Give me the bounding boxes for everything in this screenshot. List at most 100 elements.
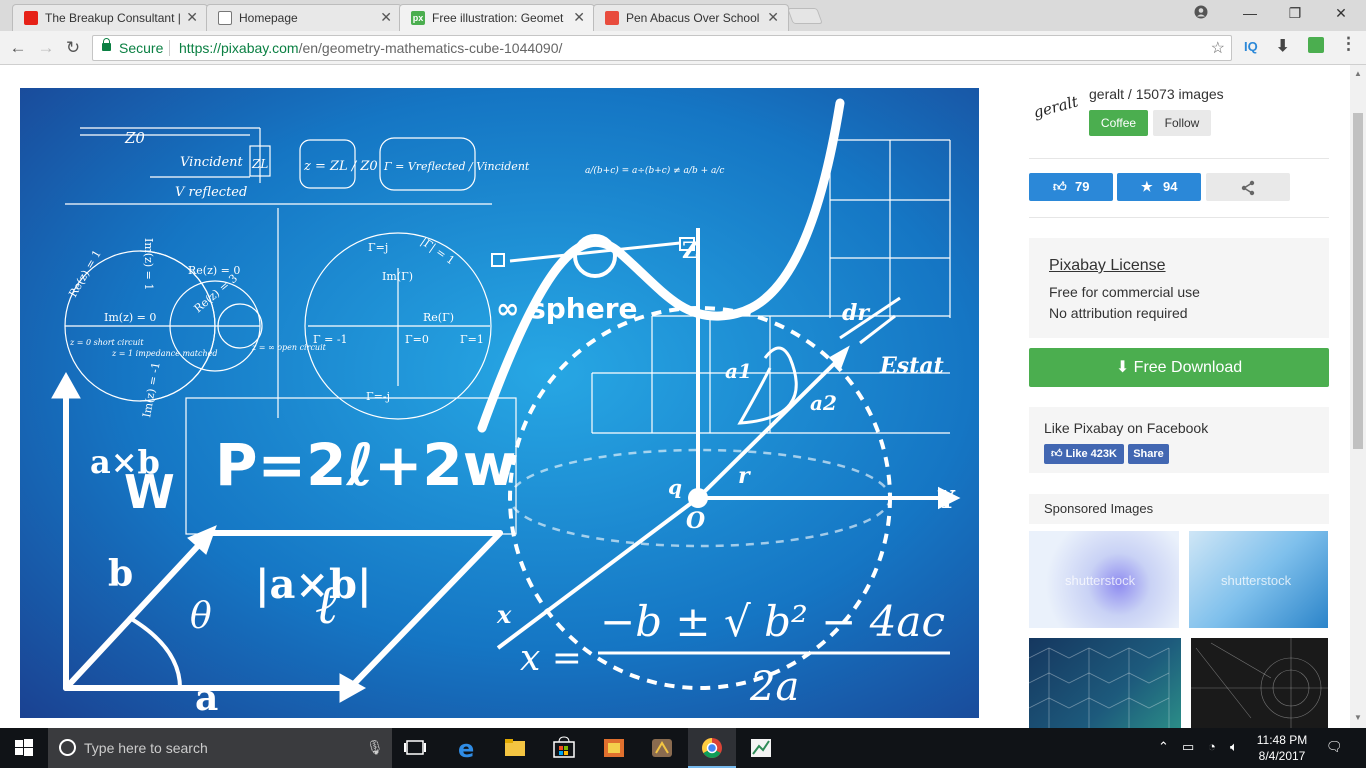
z0-label: Z0 <box>124 129 145 147</box>
new-tab-button[interactable] <box>787 8 823 24</box>
minimize-icon[interactable]: — <box>1238 5 1262 21</box>
tab-homepage[interactable]: Homepage ✕ <box>206 4 402 31</box>
edge-icon[interactable]: e <box>443 728 491 768</box>
a1-label: a1 <box>725 359 752 383</box>
store-icon[interactable] <box>540 728 588 768</box>
quadratic-numerator: −b ± √ b² − 4ac <box>600 597 945 646</box>
window-close-icon[interactable]: ✕ <box>1329 5 1353 22</box>
smith-matched-label: z = 1 impedance matched <box>111 349 218 358</box>
app-icon[interactable] <box>638 728 686 768</box>
facebook-like-button[interactable]: 👍︎ Like 423K <box>1044 444 1124 464</box>
youtube-icon <box>24 11 38 25</box>
w-label: W <box>124 465 175 519</box>
task-view-icon[interactable] <box>392 728 440 768</box>
facebook-share-button[interactable]: Share <box>1128 444 1169 464</box>
share-icon <box>1240 173 1256 201</box>
forward-icon[interactable]: → <box>36 38 56 58</box>
iq-extension-icon[interactable]: IQ <box>1244 39 1258 54</box>
close-icon[interactable]: ✕ <box>767 9 779 26</box>
sponsored-image[interactable]: shutterstock <box>1189 531 1328 628</box>
sponsored-image[interactable] <box>1191 638 1328 728</box>
microphone-icon[interactable]: 🎙︎ <box>366 739 384 756</box>
scroll-up-icon[interactable]: ▲ <box>1354 69 1362 78</box>
file-explorer-icon[interactable] <box>491 728 539 768</box>
smith-im0-label: Im(z) = 0 <box>104 311 156 324</box>
scrollbar[interactable]: ▲ ▼ <box>1350 65 1366 728</box>
back-icon[interactable]: ← <box>8 38 28 58</box>
thumbs-up-icon: 👍︎ <box>1053 179 1067 194</box>
smith-im1-label: Im(z) = 1 <box>142 238 155 290</box>
bookmark-star-icon[interactable]: ☆ <box>1211 38 1225 58</box>
clock-time: 11:48 PM <box>1256 733 1308 747</box>
tab-breakup-consultant[interactable]: The Breakup Consultant | ✕ <box>12 4 208 31</box>
favorite-count: 94 <box>1163 179 1178 194</box>
gamma-j-label: Γ=j <box>368 241 388 254</box>
download-arrow-icon[interactable]: ⬇ <box>1276 36 1289 56</box>
coffee-button[interactable]: Coffee <box>1089 110 1148 136</box>
close-icon[interactable]: ✕ <box>573 9 585 26</box>
taskbar-search[interactable]: Type here to search 🎙︎ <box>48 728 392 768</box>
app-icon[interactable] <box>590 728 638 768</box>
wifi-icon[interactable]: ◔ <box>1208 739 1216 754</box>
download-icon: ⬇︎ <box>1115 359 1130 376</box>
gamma-equation: Γ = Vreflected / Vincident <box>383 160 530 173</box>
volume-icon[interactable]: 🔈︎ <box>1230 739 1238 755</box>
license-link[interactable]: Pixabay License <box>1049 257 1166 275</box>
follow-button[interactable]: Follow <box>1153 110 1211 136</box>
sponsored-image[interactable]: shutterstock <box>1029 531 1179 628</box>
download-label: Free Download <box>1133 359 1243 376</box>
windows-start-icon[interactable] <box>0 728 48 768</box>
divider <box>1029 158 1329 159</box>
facebook-box: Like Pixabay on Facebook 👍︎ Like 423K Sh… <box>1029 407 1329 473</box>
main-illustration[interactable]: Z0 Vincident V reflected ZL z = ZL / Z0 … <box>20 88 979 718</box>
tray-chevron-icon[interactable]: ⌃ <box>1158 739 1169 755</box>
menu-icon[interactable]: ⋮ <box>1340 34 1357 54</box>
battery-icon[interactable]: ▭ <box>1182 739 1194 755</box>
divider <box>169 40 170 56</box>
license-box: Pixabay License Free for commercial use … <box>1029 238 1329 338</box>
sponsored-title: Sponsored Images <box>1044 501 1154 516</box>
taskbar: Type here to search 🎙︎ e ⌃ ▭ ◔ 🔈︎ 11:48 … <box>0 728 1366 768</box>
tab-pen-abacus[interactable]: Pen Abacus Over School ✕ <box>593 4 789 31</box>
site-icon <box>605 11 619 25</box>
y-axis-label: Y <box>937 485 956 514</box>
thumbs-up-icon: 👍︎ <box>1051 448 1063 460</box>
scroll-down-icon[interactable]: ▼ <box>1354 713 1362 722</box>
share-button[interactable] <box>1206 173 1290 201</box>
address-bar[interactable]: Secure https://pixabay.com/en/geometry-m… <box>92 35 1232 61</box>
tab-free-illustration[interactable]: px Free illustration: Geomet ✕ <box>399 4 595 32</box>
favorite-button[interactable]: ★ 94 <box>1117 173 1201 201</box>
uploader-avatar[interactable]: geralt <box>1031 92 1080 121</box>
tab-title: Homepage <box>239 11 298 25</box>
profile-icon[interactable] <box>1189 5 1213 22</box>
extension-icon[interactable] <box>1308 37 1324 53</box>
url-host: https://pixabay.com <box>179 40 299 56</box>
uploader-name[interactable]: geralt / 15073 images <box>1089 86 1224 102</box>
close-icon[interactable]: ✕ <box>380 9 392 26</box>
like-button[interactable]: 👍︎ 79 <box>1029 173 1113 201</box>
notifications-icon[interactable]: 🗨︎ <box>1326 739 1343 755</box>
divider <box>1029 217 1329 218</box>
secure-label: Secure <box>119 40 164 56</box>
scrollbar-thumb[interactable] <box>1353 113 1363 449</box>
sponsored-image[interactable] <box>1029 638 1181 728</box>
svg-text:e: e <box>458 735 474 763</box>
page-icon <box>218 11 232 25</box>
clock[interactable]: 11:48 PM 8/4/2017 <box>1252 732 1312 764</box>
app-icon[interactable] <box>737 728 785 768</box>
inf-sphere-label: ∞ sphere <box>496 292 638 325</box>
gamma-zero-label: Γ=0 <box>405 333 429 346</box>
close-icon[interactable]: ✕ <box>186 9 198 26</box>
clock-date: 8/4/2017 <box>1258 749 1306 763</box>
l-label: ℓ <box>315 573 338 636</box>
url-text: https://pixabay.com/en/geometry-mathemat… <box>179 40 562 56</box>
free-download-button[interactable]: ⬇︎ Free Download <box>1029 348 1329 387</box>
reload-icon[interactable]: ↻ <box>63 38 83 58</box>
restore-icon[interactable]: ❐ <box>1283 5 1307 22</box>
lock-icon <box>102 38 111 51</box>
chrome-icon[interactable] <box>688 728 736 768</box>
dr-label: dr <box>842 300 870 326</box>
gamma-neg1-label: Γ = -1 <box>313 333 348 346</box>
like-count: 79 <box>1075 179 1090 194</box>
url-path: /en/geometry-mathematics-cube-1044090/ <box>298 40 563 56</box>
